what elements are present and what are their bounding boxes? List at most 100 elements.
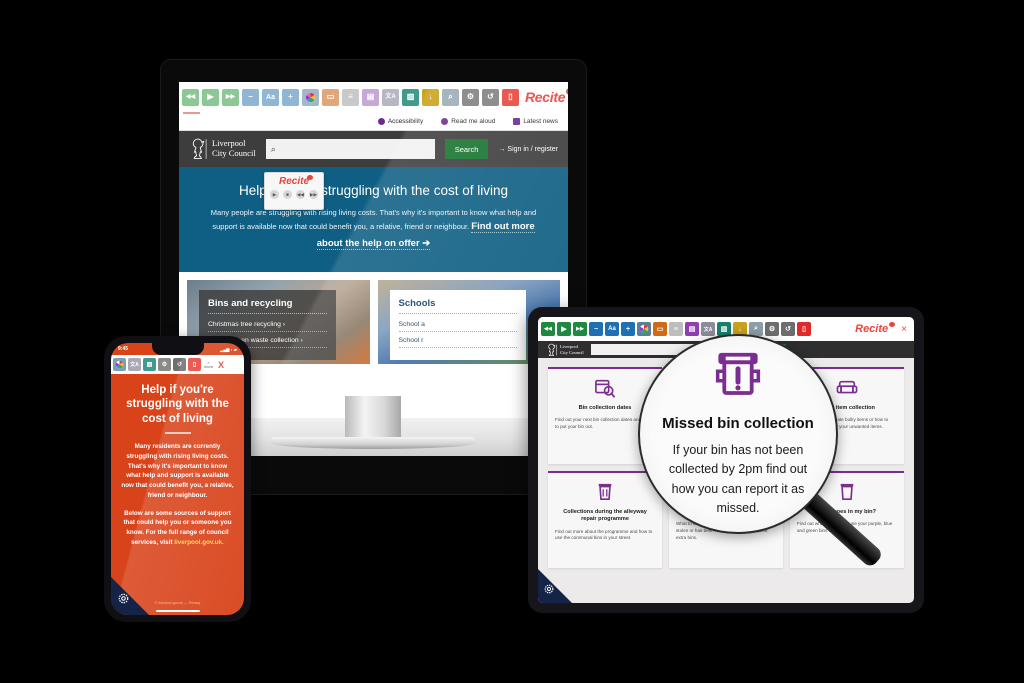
phone-content: Help if you're struggling with the cost … [111, 374, 244, 548]
utility-read-aloud[interactable]: Read me aloud [441, 118, 495, 125]
card-body: Find out more about the programme and ho… [555, 528, 653, 541]
recite-btn-reset[interactable]: ↺ [173, 358, 186, 371]
recite-btn-colour-palette[interactable] [113, 358, 126, 371]
bin-icon [555, 481, 655, 503]
recite-btn-play[interactable]: ▶ [202, 88, 219, 106]
close-icon[interactable]: × [897, 324, 911, 335]
liverbird-icon [548, 343, 557, 356]
tablet-card[interactable]: Collections during the alleyway repair p… [548, 471, 662, 568]
recite-btn-dictionary[interactable]: ▤ [362, 88, 379, 106]
recite-btn-font-style[interactable]: Aa [262, 88, 279, 106]
gear-icon[interactable] [544, 584, 554, 594]
search-button[interactable]: Search [444, 139, 489, 159]
recite-float-controls[interactable]: ▶ ■ ◀◀ ▶▶ [265, 187, 323, 199]
recite-bubble-icon [307, 175, 313, 180]
recite-btn-increase-text[interactable]: + [621, 322, 635, 336]
recite-bubble-icon [889, 322, 896, 327]
recite-btn-magnifier[interactable]: ⌕ [442, 88, 459, 106]
recite-btn-download-audio[interactable]: ↓ [422, 88, 439, 106]
council-logo[interactable]: Liverpool City Council [189, 137, 256, 161]
phone-paragraph-1: Many residents are currently struggling … [121, 443, 234, 499]
recite-btn-play[interactable]: ▶ [557, 322, 571, 336]
more-tools-button[interactable]: » more [203, 360, 214, 369]
recite-btn-translate[interactable]: 文A [701, 322, 715, 336]
utility-latest-news[interactable]: Latest news [513, 118, 558, 125]
utility-accessibility[interactable]: Accessibility [377, 118, 424, 125]
recite-btn-screen-mask[interactable]: ≡ [669, 322, 683, 336]
recite-btn-settings[interactable]: ⚙ [765, 322, 779, 336]
search-input[interactable] [280, 144, 435, 154]
recite-btn-text-mode[interactable]: ▧ [143, 358, 156, 371]
bin-calendar-icon [555, 377, 655, 399]
recite-btn-translate[interactable]: 文A [128, 358, 141, 371]
card-title: Bins and recycling [208, 298, 327, 315]
news-icon [513, 118, 521, 125]
card-link[interactable]: School a [398, 321, 517, 333]
play-icon[interactable]: ▶ [270, 190, 279, 199]
card-link[interactable]: School r [398, 337, 517, 349]
recite-btn-forward[interactable]: ▶▶ [222, 88, 239, 106]
status-indicators: ▂▄▆ ◗ ▰ [220, 346, 237, 352]
hero-banner: Help if you're struggling with the cost … [179, 167, 568, 273]
recite-toolbar-desktop[interactable]: ◀◀ ▶ ▶▶ − Aa + ▭ ≡ ▤ 文A ▧ ↓ ⌕ ⚙ ↺ ▯ Reci… [179, 82, 568, 112]
recite-btn-guide[interactable]: ▯ [502, 88, 519, 106]
recite-btn-increase-text[interactable]: + [282, 88, 299, 106]
recite-logo: Recite [855, 322, 896, 335]
recite-btn-settings[interactable]: ⚙ [462, 88, 479, 106]
recite-btn-ruler[interactable]: ▭ [322, 88, 339, 106]
recite-btn-decrease-text[interactable]: − [589, 322, 603, 336]
utility-label: Accessibility [387, 118, 424, 125]
monitor-foot [270, 437, 476, 449]
card-title: Schools [398, 298, 517, 315]
recite-btn-text-mode[interactable]: ▧ [402, 88, 419, 106]
rewind-icon[interactable]: ◀◀ [296, 190, 305, 199]
recite-btn-colour-palette[interactable] [302, 88, 319, 106]
phone-paragraph-2: Below are some sources of support that c… [120, 509, 235, 548]
recite-btn-font-style[interactable]: Aa [605, 322, 619, 336]
recite-btn-translate[interactable]: 文A [382, 88, 399, 106]
screenshot-stage: ◀◀ ▶ ▶▶ − Aa + ▭ ≡ ▤ 文A ▧ ↓ ⌕ ⚙ ↺ ▯ Reci… [0, 0, 1024, 683]
card-overlay: Schools School a School r [389, 290, 526, 361]
search-field-wrapper[interactable]: ⌕ [265, 139, 435, 159]
recite-toolbar-mobile[interactable]: 文A ▧ ⚙ ↺ ▯ » more X [111, 355, 244, 374]
liverpool-gov-link[interactable]: liverpool.gov.uk. [174, 539, 224, 546]
stop-icon[interactable]: ■ [283, 190, 292, 199]
recite-btn-rewind[interactable]: ◀◀ [541, 322, 555, 336]
recite-btn-dictionary[interactable]: ▤ [685, 322, 699, 336]
liverbird-icon [192, 138, 207, 159]
accessibility-icon [377, 118, 385, 125]
recite-btn-decrease-text[interactable]: − [242, 88, 259, 106]
recite-btn-settings[interactable]: ⚙ [158, 358, 171, 371]
mobile-phone: 9:45 ▂▄▆ ◗ ▰ 文A ▧ ⚙ ↺ ▯ » more X Help if [104, 336, 251, 622]
recite-btn-guide[interactable]: ▯ [797, 322, 811, 336]
council-header: Liverpool City Council ⌕ Search → Sign i… [179, 131, 568, 167]
recite-logo: Recite [525, 88, 568, 105]
recite-btn-guide[interactable]: ▯ [188, 358, 201, 371]
magnifier-lens: Missed bin collection If your bin has no… [638, 334, 838, 534]
recite-btn-colour-palette[interactable] [637, 322, 651, 336]
council-name: Liverpool City Council [560, 344, 584, 354]
card-link[interactable]: Christmas tree recycling › [208, 321, 327, 333]
home-indicator [155, 610, 200, 612]
recite-float-logo: Recite [265, 173, 323, 187]
recite-btn-forward[interactable]: ▶▶ [573, 322, 587, 336]
status-time: 9:45 [118, 346, 129, 352]
missed-bin-icon [712, 350, 764, 407]
forward-icon[interactable]: ▶▶ [309, 190, 318, 199]
phone-title: Help if you're struggling with the cost … [126, 384, 229, 425]
recite-btn-reset[interactable]: ↺ [482, 88, 499, 106]
utility-label: Read me aloud [451, 118, 496, 125]
close-icon[interactable]: X [216, 360, 224, 370]
signin-register-link[interactable]: → Sign in / register [498, 146, 558, 153]
council-logo[interactable]: Liverpool City Council [546, 343, 584, 357]
recite-btn-screen-mask[interactable]: ≡ [342, 88, 359, 106]
hero-title: Help if you're struggling with the cost … [239, 183, 508, 198]
recite-floating-widget[interactable]: Recite ▶ ■ ◀◀ ▶▶ [264, 172, 324, 210]
hero-body: Many people are struggling with rising l… [201, 206, 546, 252]
speech-bubble-icon [441, 118, 449, 125]
recite-btn-ruler[interactable]: ▭ [653, 322, 667, 336]
gear-icon[interactable] [118, 593, 129, 604]
recite-btn-rewind[interactable]: ◀◀ [182, 88, 199, 106]
recite-btn-reset[interactable]: ↺ [781, 322, 795, 336]
utility-label: Latest news [523, 118, 558, 125]
